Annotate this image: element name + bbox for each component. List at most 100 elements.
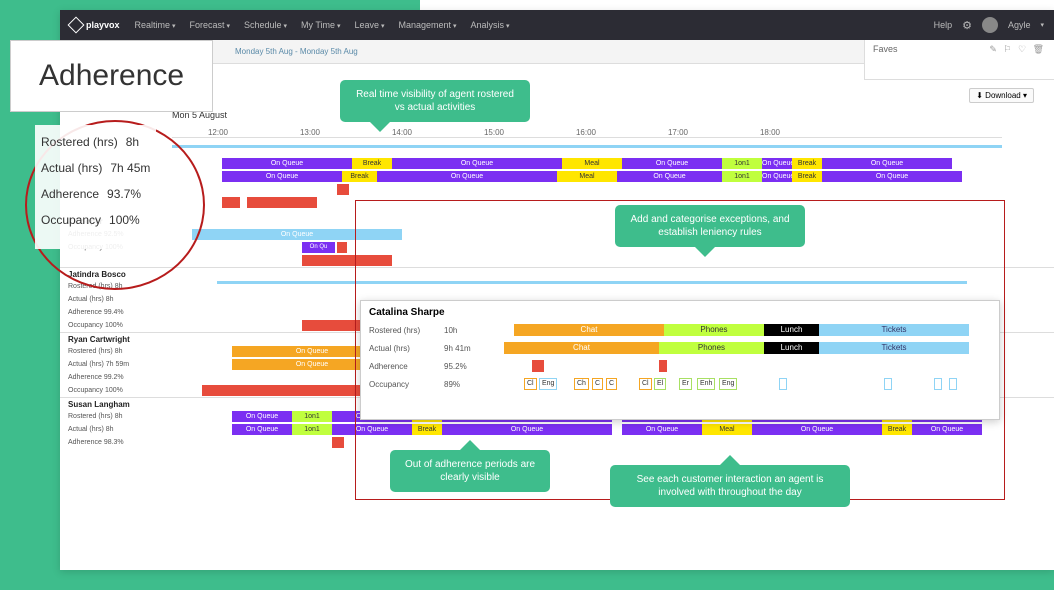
nav-schedule[interactable]: Schedule bbox=[244, 20, 287, 30]
interaction-tag[interactable] bbox=[779, 378, 787, 390]
hour-tick: 12:00 bbox=[172, 128, 264, 137]
brand-logo[interactable]: playvox bbox=[70, 19, 120, 31]
metric-label: Adherence bbox=[41, 187, 99, 201]
activity-bar[interactable]: On Queue bbox=[617, 171, 722, 182]
interaction-tag[interactable]: C bbox=[592, 378, 603, 390]
help-link[interactable]: Help bbox=[934, 20, 953, 30]
callout-text: See each customer interaction an agent i… bbox=[637, 474, 824, 498]
nav-forecast[interactable]: Forecast bbox=[190, 20, 230, 30]
activity-bar[interactable]: Break bbox=[342, 171, 377, 182]
interaction-tag[interactable]: Ch bbox=[574, 378, 589, 390]
metric-label: Rostered (hrs) bbox=[41, 135, 118, 149]
metric-value: 7h 45m bbox=[110, 161, 150, 175]
faves-label: Faves bbox=[873, 44, 898, 54]
activity-bar[interactable]: On Queue bbox=[232, 411, 292, 422]
activity-bar[interactable]: Meal bbox=[557, 171, 617, 182]
exception-bar[interactable] bbox=[332, 437, 344, 448]
nav-realtime[interactable]: Realtime bbox=[135, 20, 176, 30]
activity-bar[interactable]: On Queue bbox=[762, 171, 792, 182]
activity-bar[interactable]: On Queue bbox=[222, 171, 342, 182]
activity-bar[interactable]: Break bbox=[352, 158, 392, 169]
hour-tick: 17:00 bbox=[632, 128, 724, 137]
interaction-tag[interactable]: El bbox=[654, 378, 666, 390]
timeline-hours: 12:00 13:00 14:00 15:00 16:00 17:00 18:0… bbox=[172, 128, 1002, 138]
activity-bar[interactable]: 1on1 bbox=[722, 158, 762, 169]
inset-label: Actual (hrs) bbox=[369, 344, 444, 353]
interaction-tag[interactable] bbox=[934, 378, 942, 390]
exception-bar[interactable] bbox=[337, 242, 347, 253]
exception-bar[interactable] bbox=[532, 360, 544, 372]
inset-value: 10h bbox=[444, 326, 484, 335]
nav-leave[interactable]: Leave bbox=[354, 20, 384, 30]
interaction-tag[interactable]: Enh bbox=[697, 378, 715, 390]
activity-bar[interactable]: Phones bbox=[664, 324, 764, 336]
activity-bar[interactable]: On Queue bbox=[222, 158, 352, 169]
interaction-tag[interactable]: Er bbox=[679, 378, 692, 390]
interaction-tag[interactable] bbox=[949, 378, 957, 390]
overlay-title: Adherence bbox=[10, 40, 213, 112]
activity-bar[interactable]: On Qu bbox=[302, 242, 335, 253]
exception-bar[interactable] bbox=[222, 197, 240, 208]
callout-text: Add and categorise exceptions, and estab… bbox=[631, 214, 790, 238]
exception-bar[interactable] bbox=[337, 184, 349, 195]
activity-bar[interactable]: On Queue bbox=[822, 158, 952, 169]
nav-management[interactable]: Management bbox=[398, 20, 456, 30]
activity-bar[interactable]: On Queue bbox=[232, 424, 292, 435]
inset-agent-name: Catalina Sharpe bbox=[369, 307, 991, 318]
activity-bar[interactable]: Break bbox=[792, 158, 822, 169]
rostered-span-bar bbox=[172, 145, 1002, 148]
activity-bar[interactable]: Tickets bbox=[819, 342, 969, 354]
callout-tail-icon bbox=[460, 430, 480, 450]
callout-tail-icon bbox=[370, 122, 390, 142]
inset-label: Rostered (hrs) bbox=[369, 326, 444, 335]
metric-value: 100% bbox=[109, 213, 140, 227]
top-navbar: playvox Realtime Forecast Schedule My Ti… bbox=[60, 10, 1054, 40]
activity-bar[interactable]: 1on1 bbox=[722, 171, 762, 182]
interaction-tag[interactable]: Eng bbox=[719, 378, 737, 390]
metric-label: Actual (hrs) bbox=[41, 161, 102, 175]
nav-mytime[interactable]: My Time bbox=[301, 20, 340, 30]
activity-bar[interactable]: On Queue bbox=[392, 158, 562, 169]
activity-bar[interactable]: Chat bbox=[504, 342, 659, 354]
activity-bar[interactable]: Lunch bbox=[764, 324, 819, 336]
interaction-tag[interactable]: C bbox=[606, 378, 617, 390]
activity-bar[interactable]: On Queue bbox=[622, 158, 722, 169]
user-avatar[interactable] bbox=[982, 17, 998, 33]
activity-bar[interactable]: Lunch bbox=[764, 342, 819, 354]
nav-analysis[interactable]: Analysis bbox=[471, 20, 510, 30]
interaction-tag[interactable]: Cl bbox=[639, 378, 652, 390]
callout-text: Out of adherence periods are clearly vis… bbox=[405, 459, 535, 483]
activity-bar[interactable]: 1on1 bbox=[292, 424, 332, 435]
interaction-tag[interactable]: Cl bbox=[524, 378, 537, 390]
activity-bar[interactable]: Chat bbox=[514, 324, 664, 336]
metric-value: 8h bbox=[126, 135, 139, 149]
gear-icon[interactable]: ⚙ bbox=[962, 19, 972, 32]
hour-tick: 16:00 bbox=[540, 128, 632, 137]
activity-bar[interactable]: Meal bbox=[562, 158, 622, 169]
activity-bar[interactable]: Tickets bbox=[819, 324, 969, 336]
chevron-down-icon[interactable]: ▾ bbox=[1040, 21, 1044, 29]
activity-bar[interactable]: On Queue bbox=[822, 171, 962, 182]
interaction-tag[interactable]: Eng bbox=[539, 378, 557, 390]
faves-action-icons[interactable]: ✎ ⚐ ♡ 🗑 bbox=[989, 44, 1046, 55]
stat-label: Rostered (hrs) 8h bbox=[68, 410, 168, 423]
activity-bar[interactable]: Break bbox=[792, 171, 822, 182]
user-name[interactable]: Agyle bbox=[1008, 20, 1031, 30]
activity-bar[interactable]: On Queue bbox=[762, 158, 792, 169]
download-button[interactable]: ⬇ Download ▾ bbox=[969, 88, 1034, 103]
stat-label: Rostered (hrs) 8h bbox=[68, 345, 168, 358]
interaction-tag[interactable] bbox=[884, 378, 892, 390]
download-icon: ⬇ bbox=[976, 91, 983, 100]
exception-bar[interactable] bbox=[247, 197, 317, 208]
exception-bar[interactable] bbox=[659, 360, 667, 372]
callout-tail-icon bbox=[720, 445, 740, 465]
inset-label: Adherence bbox=[369, 362, 444, 371]
callout-tail-icon bbox=[695, 247, 715, 267]
stat-label: Occupancy 100% bbox=[68, 319, 168, 332]
activity-bar[interactable]: 1on1 bbox=[292, 411, 332, 422]
stat-label: Adherence 99.4% bbox=[68, 306, 168, 319]
activity-bar[interactable]: On Queue bbox=[377, 171, 557, 182]
activity-bar[interactable]: Phones bbox=[659, 342, 764, 354]
callout-realtime: Real time visibility of agent rostered v… bbox=[340, 80, 530, 122]
metric-label: Occupancy bbox=[41, 213, 101, 227]
